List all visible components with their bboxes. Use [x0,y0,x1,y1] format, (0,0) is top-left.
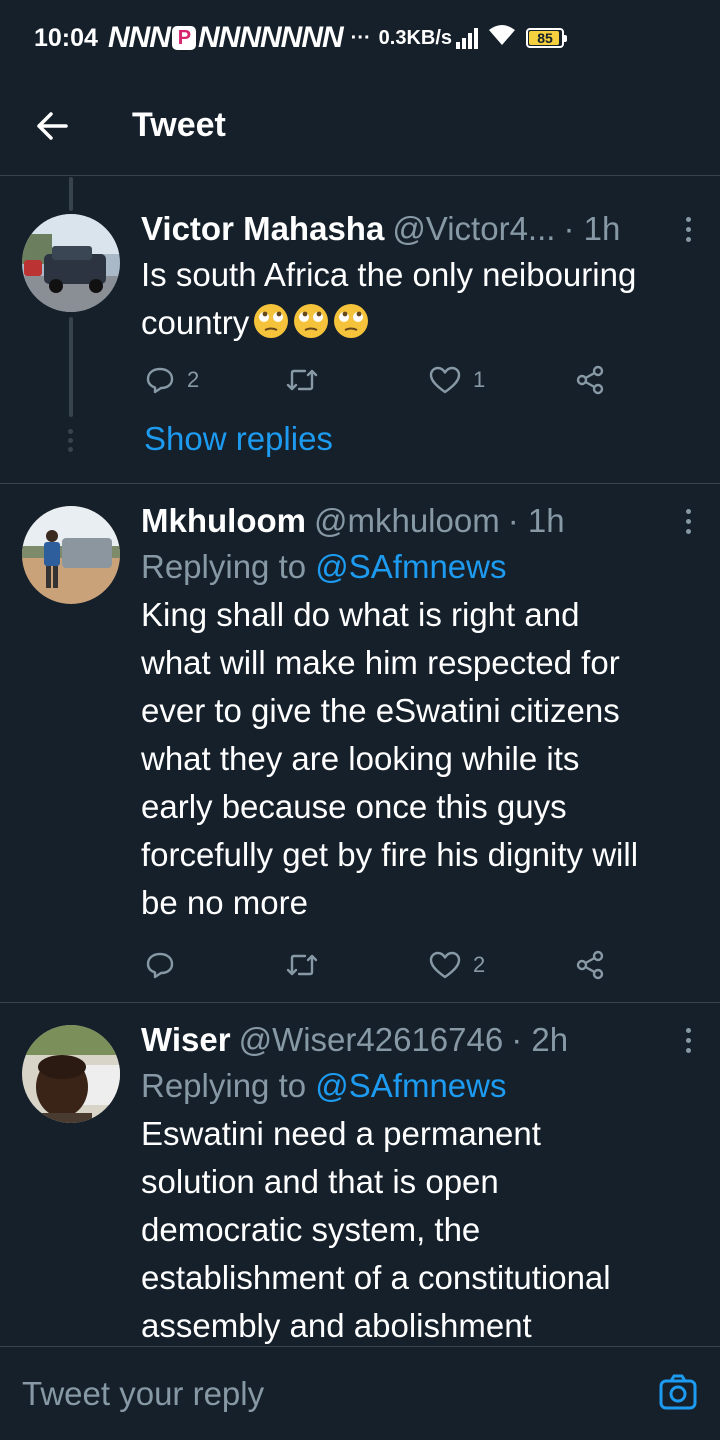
share-icon [576,950,604,980]
heart-icon [429,951,461,979]
reply-icon [146,367,174,394]
retweet-button[interactable] [285,360,319,400]
tweet[interactable]: Wiser @Wiser42616746 · 2h Replying to @S… [0,1004,720,1346]
network-speed: 0.3KB/s [378,26,453,49]
display-name[interactable]: Mkhuloom [141,499,306,543]
user-handle[interactable]: @mkhuloom [314,499,500,543]
like-button[interactable]: 1 [429,360,485,400]
reply-input[interactable] [22,1374,622,1413]
thread-continuation-dots [68,429,73,452]
wifi-icon [488,24,516,52]
tweet-header: Mkhuloom @mkhuloom · 1h [141,499,698,543]
heart-icon [429,366,461,394]
rolling-eyes-emoji-icon [253,303,289,339]
signal-icon [456,27,479,49]
more-options-icon[interactable] [678,211,698,247]
battery-icon: 85 [526,28,568,48]
notification-n-icon: N [197,21,220,54]
reply-count: 2 [187,367,200,392]
tweet-actions: 2 1 [141,360,621,400]
notification-n-icon: N [259,21,282,54]
notification-n-icon: N [107,21,130,54]
avatar[interactable] [22,214,120,312]
tweet-header: Wiser @Wiser42616746 · 2h [141,1018,698,1062]
more-options-icon[interactable] [678,503,698,539]
tweet-time: · 1h [507,502,565,539]
notification-icons: N N N P N N N N N N N [107,21,344,55]
reply-button[interactable]: 2 [145,360,199,400]
avatar[interactable] [22,1025,120,1123]
display-name[interactable]: Wiser [141,1018,231,1062]
notification-n-icon: N [239,21,261,54]
thread-line [69,177,73,211]
status-time: 10:04 [34,23,98,52]
retweet-icon [286,369,318,391]
notification-n-icon: N [280,21,303,54]
tweet[interactable]: Victor Mahasha @Victor4... · 1h Is south… [0,177,720,484]
more-options-icon[interactable] [678,1022,698,1058]
like-count: 2 [473,952,486,977]
notification-p-icon: P [171,26,196,50]
more-notifications-icon: ··· [350,26,371,49]
tweet-time: · 2h [511,1021,569,1058]
share-button[interactable] [575,945,605,985]
status-bar: 10:04 N N N P N N N N N N N ··· 0.3KB/s … [0,0,720,76]
page-title: Tweet [132,106,226,144]
tweet-actions: 2 [141,945,621,985]
show-replies-link[interactable]: Show replies [144,420,333,458]
camera-icon [659,1374,697,1410]
like-button[interactable]: 2 [429,945,485,985]
retweet-button[interactable] [285,945,319,985]
back-button[interactable] [22,96,82,156]
notification-n-icon: N [322,21,344,54]
share-icon [576,365,604,395]
user-handle[interactable]: @Victor4... [392,207,555,251]
thread-line [69,317,73,417]
tweet-text: Is south Africa the only neibouring coun… [141,251,698,347]
replying-to: Replying to @SAfmnews [141,548,507,585]
arrow-left-icon [37,111,68,140]
reply-icon [146,952,174,979]
notification-n-icon: N [149,21,171,54]
notification-n-icon: N [128,21,151,54]
tweet[interactable]: Mkhuloom @mkhuloom · 1h Replying to @SAf… [0,485,720,1003]
tweet-header: Victor Mahasha @Victor4... · 1h [141,207,698,251]
tweet-text: Eswatini need a permanent solution and t… [141,1115,611,1344]
battery-level: 85 [537,30,553,46]
notification-n-icon: N [301,21,323,54]
mention-link[interactable]: @SAfmnews [315,548,506,585]
tweet-time: · 1h [563,210,621,247]
reply-composer [0,1346,720,1440]
rolling-eyes-emoji-icon [333,303,369,339]
reply-button[interactable] [145,945,175,985]
replying-to: Replying to @SAfmnews [141,1067,507,1104]
notification-n-icon: N [218,21,241,54]
share-button[interactable] [575,360,605,400]
tweet-body: Is south Africa the only neibouring coun… [141,256,637,341]
user-handle[interactable]: @Wiser42616746 [239,1018,504,1062]
mention-link[interactable]: @SAfmnews [315,1067,506,1104]
rolling-eyes-emoji-icon [293,303,329,339]
tweet-text: King shall do what is right and what wil… [141,596,639,921]
retweet-icon [286,954,318,976]
display-name[interactable]: Victor Mahasha [141,207,384,251]
like-count: 1 [473,367,486,392]
camera-button[interactable] [658,1373,698,1416]
top-app-bar: Tweet [0,76,720,176]
avatar[interactable] [22,506,120,604]
